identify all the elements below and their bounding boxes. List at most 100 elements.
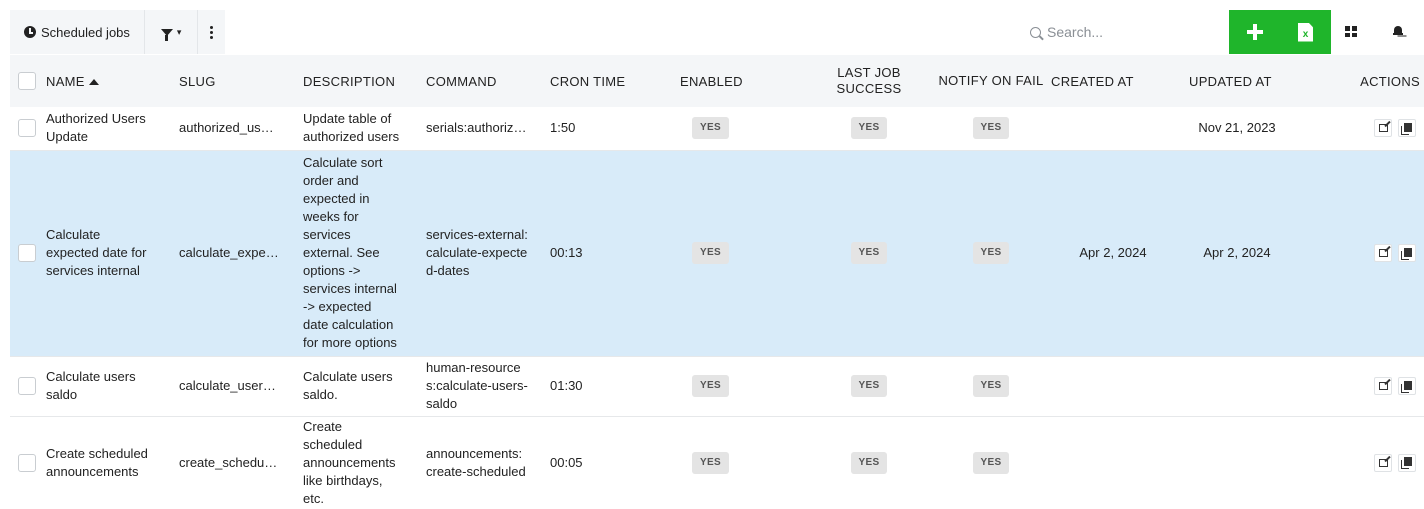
cell-notify-on-fail: YES: [931, 107, 1051, 151]
edit-button[interactable]: [1374, 244, 1392, 262]
status-badge: YES: [850, 117, 888, 140]
export-excel-button[interactable]: x: [1280, 10, 1331, 54]
cell-updated-at: [1175, 356, 1299, 417]
cell-name: Calculate users saldo: [46, 356, 179, 417]
cell-last-job-success: YES: [807, 107, 931, 151]
search-icon: [1030, 26, 1041, 38]
status-badge: YES: [850, 375, 888, 397]
row-checkbox[interactable]: [18, 377, 36, 395]
cell-notify-on-fail: YES: [931, 356, 1051, 417]
cell-name: Authorized Users Update: [46, 107, 179, 151]
row-checkbox[interactable]: [18, 453, 36, 472]
cell-notify-on-fail: YES: [931, 150, 1051, 357]
cell-name: Calculate expected date for services int…: [46, 150, 179, 357]
copy-button[interactable]: [1398, 244, 1416, 262]
column-header-last-job-success[interactable]: LAST JOB SUCCESS: [807, 55, 931, 107]
more-options-button[interactable]: [198, 10, 225, 54]
copy-button[interactable]: [1398, 377, 1416, 395]
cell-slug: create_scheduled_announcements: [179, 416, 303, 509]
scheduled-jobs-table: NAME SLUG DESCRIPTION COMMAND CRON TIME …: [10, 55, 1424, 509]
cell-updated-at: Apr 2, 2024: [1175, 150, 1299, 357]
cell-created-at: [1051, 416, 1175, 509]
cell-created-at: [1051, 107, 1175, 151]
edit-button[interactable]: [1374, 377, 1392, 395]
bell-icon[interactable]: [1393, 25, 1403, 37]
cell-actions: [1299, 356, 1424, 417]
cell-command: human-resources:calculate-users-saldo: [426, 356, 550, 417]
primary-actions: x: [1229, 10, 1331, 54]
cell-command: serials:authorized-users-update: [426, 107, 550, 151]
cell-last-job-success: YES: [807, 416, 931, 509]
select-all-cell: [10, 55, 46, 107]
cell-description: Calculate users saldo.: [303, 356, 426, 417]
edit-icon: [1378, 249, 1388, 257]
kebab-menu-icon: [210, 25, 214, 39]
table-row[interactable]: Calculate expected date for services int…: [10, 150, 1424, 357]
clock-icon: [24, 26, 36, 38]
cell-notify-on-fail: YES: [931, 416, 1051, 509]
edit-icon: [1378, 124, 1388, 133]
status-badge: YES: [850, 242, 888, 264]
table-row[interactable]: Authorized Users Update authorized_users…: [10, 107, 1424, 151]
column-header-updated-at[interactable]: UPDATED AT: [1175, 55, 1299, 107]
copy-icon: [1404, 247, 1412, 257]
cell-actions: [1299, 416, 1424, 509]
column-header-description[interactable]: DESCRIPTION: [303, 55, 426, 107]
grid-view-icon[interactable]: [1345, 26, 1357, 37]
cell-last-job-success: YES: [807, 150, 931, 357]
column-header-enabled[interactable]: ENABLED: [680, 55, 807, 107]
status-badge: YES: [692, 375, 729, 397]
edit-button[interactable]: [1374, 453, 1392, 472]
tab-scheduled-jobs[interactable]: Scheduled jobs: [10, 10, 145, 54]
row-checkbox[interactable]: [18, 244, 36, 262]
copy-button[interactable]: [1398, 453, 1416, 472]
cell-updated-at: [1175, 416, 1299, 509]
table-row[interactable]: Calculate users saldo calculate_users_sa…: [10, 356, 1424, 417]
search-input[interactable]: [1047, 24, 1207, 40]
column-header-notify-on-fail[interactable]: NOTIFY ON FAIL: [931, 55, 1051, 107]
cell-created-at: [1051, 356, 1175, 417]
column-header-actions: ACTIONS: [1360, 73, 1420, 89]
cell-slug: authorized_users_update: [179, 107, 303, 151]
cell-cron-time: 01:30: [550, 356, 680, 417]
row-checkbox[interactable]: [18, 119, 36, 138]
table-row[interactable]: Create scheduled announcements create_sc…: [10, 416, 1424, 509]
status-badge: YES: [972, 375, 1010, 397]
column-header-slug[interactable]: SLUG: [179, 55, 303, 107]
cell-enabled: YES: [680, 107, 807, 151]
cell-slug: calculate_users_saldo: [179, 356, 303, 417]
edit-icon: [1378, 458, 1388, 467]
cell-command: services-external:calculate-expected-dat…: [426, 150, 550, 357]
copy-button[interactable]: [1398, 119, 1416, 138]
cell-description: Create scheduled announcements like birt…: [303, 416, 426, 509]
status-badge: YES: [972, 117, 1010, 140]
table-header-row: NAME SLUG DESCRIPTION COMMAND CRON TIME …: [10, 55, 1424, 107]
plus-icon: [1246, 24, 1263, 40]
cell-cron-time: 00:13: [550, 150, 680, 357]
cell-actions: [1299, 150, 1424, 357]
cell-cron-time: 00:05: [550, 416, 680, 509]
cell-created-at: Apr 2, 2024: [1051, 150, 1175, 357]
cell-enabled: YES: [680, 356, 807, 417]
column-header-cron-time[interactable]: CRON TIME: [550, 55, 680, 107]
cell-command: announcements:create-scheduled: [426, 416, 550, 509]
filter-button[interactable]: ▾: [145, 10, 199, 54]
tab-scheduled-jobs-label: Scheduled jobs: [41, 24, 130, 40]
chevron-down-icon: ▾: [176, 26, 182, 37]
status-badge: YES: [850, 451, 888, 474]
edit-icon: [1378, 382, 1388, 390]
cell-description: Update table of authorized users: [303, 107, 426, 151]
status-badge: YES: [692, 242, 729, 264]
filter-icon: [160, 28, 173, 41]
status-badge: YES: [692, 451, 729, 474]
column-header-created-at[interactable]: CREATED AT: [1051, 55, 1175, 107]
cell-name: Create scheduled announcements: [46, 416, 179, 509]
column-header-command[interactable]: COMMAND: [426, 55, 550, 107]
select-all-checkbox[interactable]: [18, 72, 36, 90]
cell-slug: calculate_expected_dates: [179, 150, 303, 357]
cell-updated-at: Nov 21, 2023: [1175, 107, 1299, 151]
column-header-name[interactable]: NAME: [46, 55, 179, 107]
cell-enabled: YES: [680, 416, 807, 509]
edit-button[interactable]: [1374, 119, 1392, 138]
add-job-button[interactable]: [1229, 10, 1280, 54]
